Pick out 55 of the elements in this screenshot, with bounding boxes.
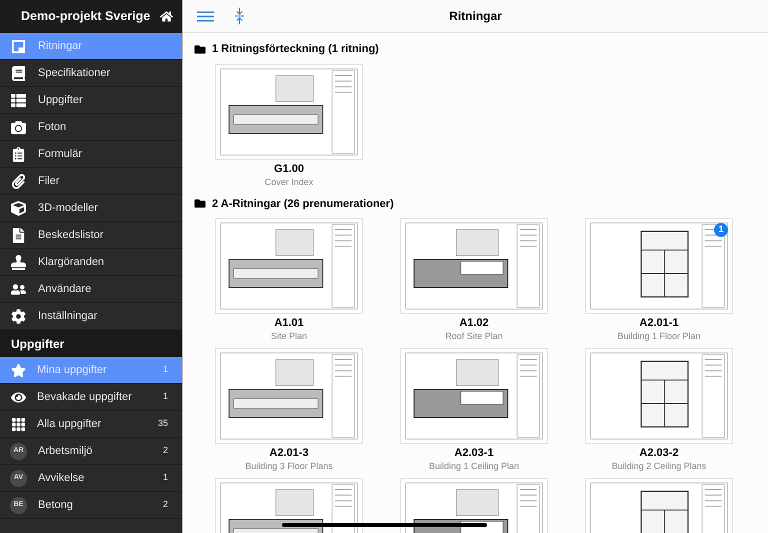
nav-item[interactable]: Användare — [0, 276, 182, 303]
eye-icon — [11, 390, 26, 404]
nav-item[interactable]: 3D-modeller — [0, 195, 182, 222]
nav-item[interactable]: Formulär — [0, 141, 182, 168]
task-count: 2 — [162, 444, 168, 458]
blueprint-icon — [11, 38, 26, 54]
drawing-title: Cover Index — [264, 176, 314, 188]
project-title: Demo-projekt Sverige — [21, 8, 150, 26]
drawing-code: A2.01-3 — [269, 447, 309, 460]
drawing-title: Building 1 Floor Plan — [617, 330, 701, 342]
paperclip-icon — [11, 174, 26, 188]
nav-item[interactable]: Foton — [0, 114, 182, 141]
notebook-icon — [11, 66, 26, 80]
clipboard-icon — [11, 146, 26, 162]
nav-item[interactable]: Klargöranden — [0, 249, 182, 276]
drawing-title: Roof Site Plan — [445, 330, 503, 342]
folder-icon — [194, 44, 206, 55]
task-count: 1 — [162, 363, 168, 376]
folder-title[interactable]: 2 A-Ritningar (26 prenumerationer) — [212, 196, 394, 212]
star-icon — [11, 362, 26, 378]
collapse-icon[interactable] — [234, 7, 245, 25]
nav-item[interactable]: Specifikationer — [0, 60, 182, 87]
stamp-icon — [11, 254, 26, 270]
grid-icon — [11, 416, 26, 432]
users-icon — [11, 282, 26, 296]
task-count: 2 — [162, 498, 168, 512]
section-title: Uppgifter — [11, 336, 64, 352]
menu-icon[interactable] — [197, 10, 214, 22]
page-title: Ritningar — [449, 8, 502, 25]
task-filter-item[interactable]: Alla uppgifter 35 — [0, 411, 182, 438]
nav-item[interactable]: Filer — [0, 168, 182, 195]
task-count: 1 — [162, 390, 168, 404]
drawing-code: A1.02 — [459, 317, 489, 330]
drawing-code: A2.03-1 — [454, 447, 494, 460]
task-count: 1 — [162, 471, 168, 484]
list-icon — [11, 92, 26, 108]
document-icon — [11, 228, 26, 242]
folder-title[interactable]: 1 Ritningsförteckning (1 ritning) — [212, 41, 379, 58]
drawing-code: A2.03-2 — [639, 447, 679, 460]
task-count: 35 — [158, 417, 168, 430]
drawing-code: A2.01-1 — [639, 317, 679, 330]
camera-icon — [11, 120, 26, 134]
drawing-title: Site Plan — [270, 330, 308, 342]
drawing-title: Building 3 Floor Plans — [245, 460, 333, 472]
settings-icon — [11, 308, 26, 324]
task-filter-item[interactable]: Bevakade uppgifter 1 — [0, 384, 182, 411]
cube-icon — [11, 200, 26, 216]
home-icon[interactable] — [160, 10, 173, 23]
drawing-title: Building 1 Ceiling Plan — [428, 460, 520, 472]
folder-icon — [194, 198, 206, 210]
nav-item[interactable]: Beskedslistor — [0, 222, 182, 249]
drawing-code: A1.01 — [274, 317, 304, 330]
nav-item[interactable]: Uppgifter — [0, 87, 182, 114]
drawing-title: Building 2 Ceiling Plans — [612, 460, 706, 472]
drawing-code: G1.00 — [274, 162, 304, 176]
